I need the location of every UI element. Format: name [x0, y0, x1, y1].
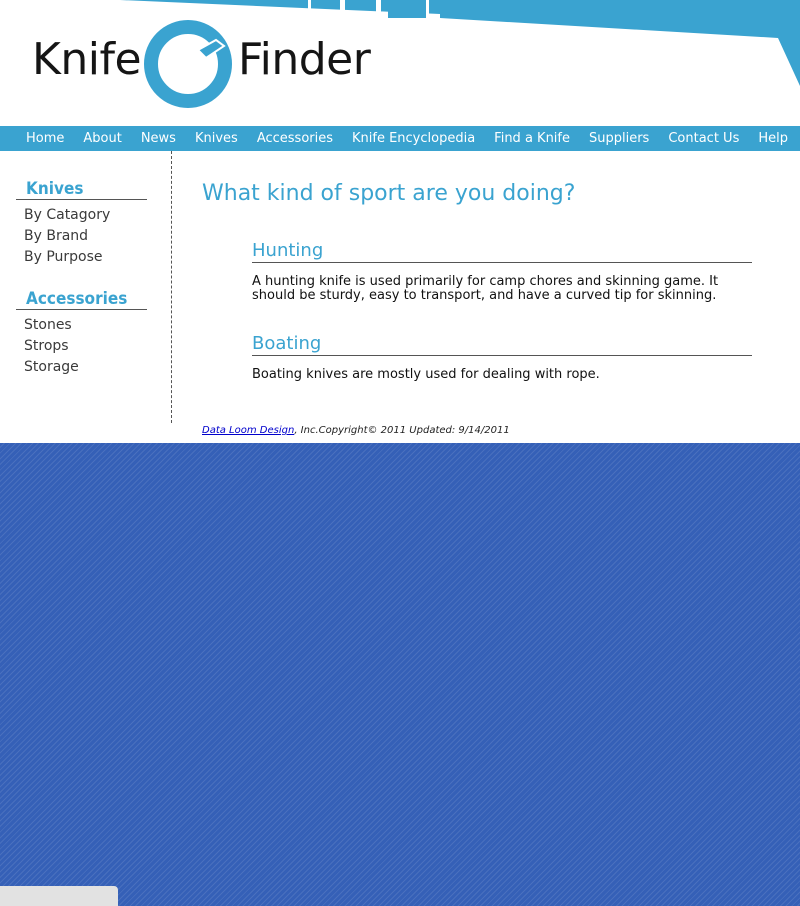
section-text-boating: Boating knives are mostly used for deali… — [252, 367, 600, 382]
section-heading-hunting: Hunting — [252, 240, 752, 263]
nav-accessories[interactable]: Accessories — [247, 126, 342, 151]
sidebar-item-stones[interactable]: Stones — [24, 315, 79, 336]
sidebar-item-by-brand[interactable]: By Brand — [24, 226, 110, 247]
nav-suppliers[interactable]: Suppliers — [579, 126, 658, 151]
knife-circle-icon — [144, 20, 232, 108]
nav-knife-encyclopedia[interactable]: Knife Encyclopedia — [342, 126, 484, 151]
sidebar-item-by-catagory[interactable]: By Catagory — [24, 205, 110, 226]
nav-find-a-knife[interactable]: Find a Knife — [484, 126, 579, 151]
section-text-hunting: A hunting knife is used primarily for ca… — [252, 274, 719, 303]
sidebar-list-accessories: Stones Strops Storage — [24, 315, 79, 378]
sidebar-item-by-purpose[interactable]: By Purpose — [24, 247, 110, 268]
bottom-panel-tab[interactable] — [0, 886, 118, 906]
sidebar: Knives By Catagory By Brand By Purpose A… — [0, 151, 172, 423]
nav-about[interactable]: About — [73, 126, 130, 151]
sidebar-list-knives: By Catagory By Brand By Purpose — [24, 205, 110, 268]
footer-link-data-loom-design[interactable]: Data Loom Design — [202, 425, 294, 436]
sidebar-item-storage[interactable]: Storage — [24, 357, 79, 378]
page-container: Knife Finder Home About News Knives Acce… — [0, 0, 800, 443]
logo-word-knife: Knife — [32, 34, 142, 85]
page-title: What kind of sport are you doing? — [202, 181, 576, 206]
main-navigation: Home About News Knives Accessories Knife… — [0, 126, 800, 151]
footer-copyright: , Inc.Copyright© 2011 Updated: 9/14/2011 — [294, 425, 510, 436]
footer: Data Loom Design, Inc.Copyright© 2011 Up… — [202, 425, 510, 436]
logo-word-finder: Finder — [238, 34, 371, 85]
sidebar-heading-accessories: Accessories — [16, 290, 147, 310]
sidebar-item-strops[interactable]: Strops — [24, 336, 79, 357]
nav-news[interactable]: News — [131, 126, 185, 151]
nav-help[interactable]: Help — [748, 126, 797, 151]
site-header: Knife Finder — [0, 0, 800, 126]
knife-finder-logo[interactable]: Knife Finder — [30, 18, 371, 110]
nav-knives[interactable]: Knives — [185, 126, 247, 151]
nav-home[interactable]: Home — [16, 126, 73, 151]
nav-contact-us[interactable]: Contact Us — [658, 126, 748, 151]
section-heading-boating: Boating — [252, 333, 752, 356]
sidebar-heading-knives: Knives — [16, 180, 147, 200]
